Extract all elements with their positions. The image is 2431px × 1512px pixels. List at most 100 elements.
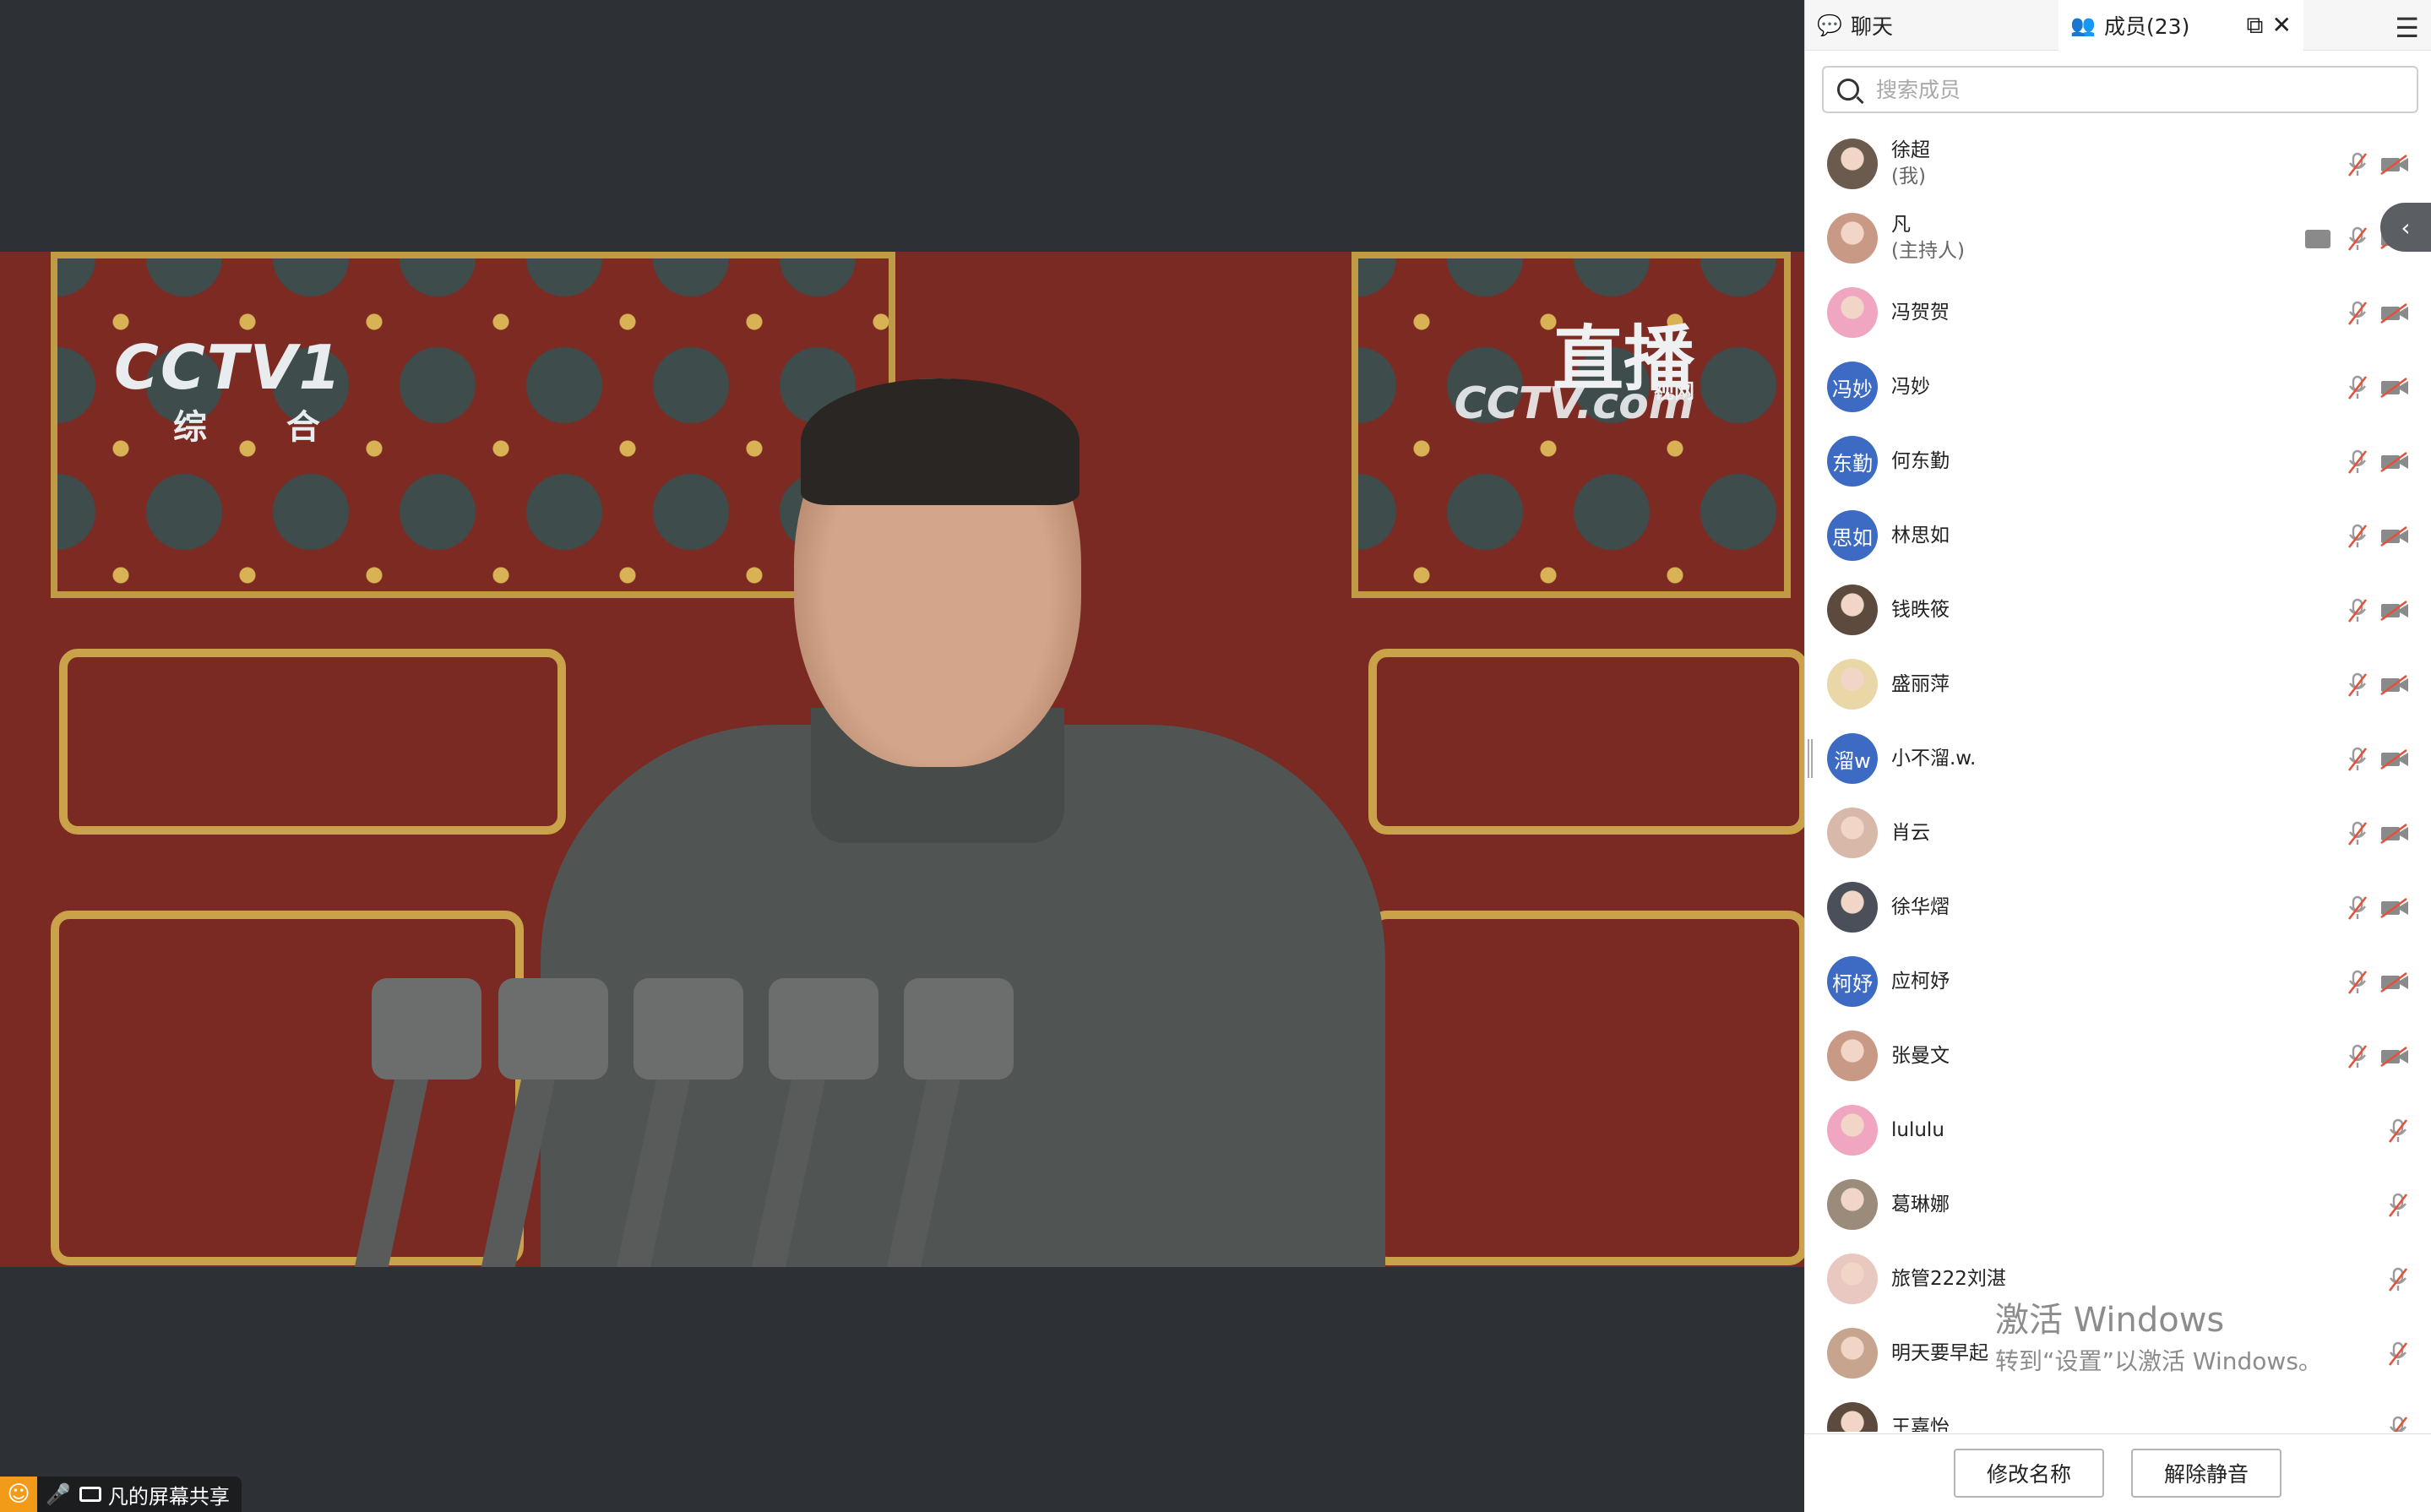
camera-off-icon[interactable] [2379,897,2410,919]
member-row[interactable]: 肖云 [1805,796,2431,870]
member-name: 钱昳筱 [1891,598,1950,621]
avatar [1827,1328,1878,1379]
avatar [1827,585,1878,635]
shared-screen-video: CCTV1 综 合 直播 视网 CCTV.com [0,252,1804,1267]
mic-muted-icon[interactable] [2386,1267,2410,1292]
member-name-block: 王嘉怡 [1891,1415,1950,1433]
mic-muted-icon[interactable] [2346,152,2369,177]
members-icon: 👥 [2070,13,2096,37]
mic-muted-icon[interactable] [2346,524,2369,549]
rename-button[interactable]: 修改名称 [1954,1449,2104,1498]
member-row[interactable]: 冯妙 冯妙 [1805,350,2431,424]
panel-resize-handle[interactable] [1808,739,1813,778]
mic-muted-icon[interactable] [2346,970,2369,995]
camera-off-icon[interactable] [2379,302,2410,324]
screen-share-icon [79,1487,101,1502]
member-row[interactable]: 徐超 (我) [1805,127,2431,201]
mic-muted-icon[interactable] [2346,821,2369,846]
avatar [1827,1179,1878,1230]
gold-panel-lower [51,911,524,1265]
avatar [1827,808,1878,858]
mic-muted-icon[interactable] [2346,747,2369,772]
member-row[interactable]: 徐华熠 [1805,870,2431,944]
member-name-block: 钱昳筱 [1891,597,1950,623]
member-row[interactable]: 柯妤 应柯妤 [1805,944,2431,1019]
avatar [1827,1105,1878,1156]
search-input[interactable] [1876,77,2383,102]
member-row[interactable]: 张曼文 [1805,1019,2431,1093]
microphone [769,978,878,1080]
mic-muted-icon[interactable] [2346,375,2369,400]
member-name: 张曼文 [1891,1044,1950,1067]
member-name-block: 肖云 [1891,820,1930,846]
camera-off-icon[interactable] [2379,748,2410,770]
mic-muted-icon[interactable] [2346,449,2369,475]
camera-off-icon[interactable] [2379,525,2410,547]
mic-muted-icon[interactable] [2346,226,2369,252]
collapse-panel-button[interactable]: ‹ [2380,203,2431,252]
tab-chat[interactable]: 💬 聊天 [1805,0,2058,51]
member-row[interactable]: 凡 (主持人) [1805,201,2431,275]
member-name-block: 林思如 [1891,523,1950,549]
member-name-block: lululu [1891,1118,1944,1144]
member-row[interactable]: lululu [1805,1093,2431,1167]
mic-muted-icon[interactable] [2386,1416,2410,1432]
menu-icon[interactable]: ☰ [2395,12,2419,44]
member-name-block: 旅管222刘湛 [1891,1266,2006,1292]
camera-off-icon[interactable] [2379,451,2410,473]
camera-off-icon[interactable] [2379,674,2410,696]
mic-muted-icon[interactable] [2386,1118,2410,1144]
camera-off-icon[interactable] [2379,600,2410,622]
member-row[interactable]: 思如 林思如 [1805,498,2431,573]
avatar [1827,1031,1878,1081]
close-icon[interactable]: ✕ [2272,11,2292,39]
member-name-block: 冯贺贺 [1891,300,1950,326]
mic-muted-icon[interactable] [2346,301,2369,326]
camera-off-icon[interactable] [2379,823,2410,845]
mic-muted-icon[interactable] [2346,1044,2369,1069]
popout-icon[interactable]: ⧉ [2247,11,2264,40]
member-name: 盛丽萍 [1891,672,1950,695]
chevron-left-icon: ‹ [2401,213,2411,242]
member-search[interactable] [1822,66,2418,113]
chat-icon: 💬 [1817,13,1842,37]
mic-muted-icon[interactable] [2346,598,2369,623]
watermark-line1: 激活 Windows [1995,1301,2225,1340]
member-name-block: 葛琳娜 [1891,1192,1950,1218]
mic-muted-icon[interactable] [2346,895,2369,921]
member-row[interactable]: 溜w 小不溜.w. [1805,721,2431,796]
camera-off-icon[interactable] [2379,971,2410,993]
mic-muted-icon[interactable] [2346,672,2369,698]
member-name: 葛琳娜 [1891,1193,1950,1216]
live-site: CCTV.com [1454,378,1694,429]
member-row[interactable]: 葛琳娜 [1805,1167,2431,1242]
screen-share-status: ☺ 🎤 凡的屏幕共享 [0,1477,242,1512]
user-icon: ☺ [0,1477,37,1512]
member-row[interactable]: 盛丽萍 [1805,647,2431,721]
avatar: 东勤 [1827,436,1878,487]
unmute-button[interactable]: 解除静音 [2131,1449,2281,1498]
member-name-block: 应柯妤 [1891,969,1950,995]
member-name-block: 小不溜.w. [1891,746,1976,772]
watermark-line2: 转到“设置”以激活 Windows。 [1995,1347,2322,1375]
camera-off-icon[interactable] [2379,1046,2410,1068]
member-name: 冯贺贺 [1891,301,1950,324]
camera-off-icon[interactable] [2379,377,2410,399]
member-row[interactable]: 钱昳筱 [1805,573,2431,647]
mic-muted-icon[interactable] [2386,1341,2410,1367]
member-role: (主持人) [1891,240,1965,262]
member-row[interactable]: 冯贺贺 [1805,275,2431,350]
mic-muted-icon[interactable] [2386,1193,2410,1218]
member-name: 凡 [1891,214,1911,236]
avatar [1827,882,1878,933]
tab-chat-label: 聊天 [1851,14,1894,39]
member-name: lululu [1891,1118,1944,1141]
member-name-block: 凡 (主持人) [1891,212,1965,264]
avatar: 柯妤 [1827,956,1878,1007]
member-row[interactable]: 王嘉怡 [1805,1390,2431,1432]
gold-panel-right [1368,649,1804,835]
camera-off-icon[interactable] [2379,154,2410,176]
member-name: 林思如 [1891,524,1950,547]
member-row[interactable]: 东勤 何东勤 [1805,424,2431,498]
tab-members[interactable]: 👥 成员(23) ⧉ ✕ [2058,0,2303,51]
